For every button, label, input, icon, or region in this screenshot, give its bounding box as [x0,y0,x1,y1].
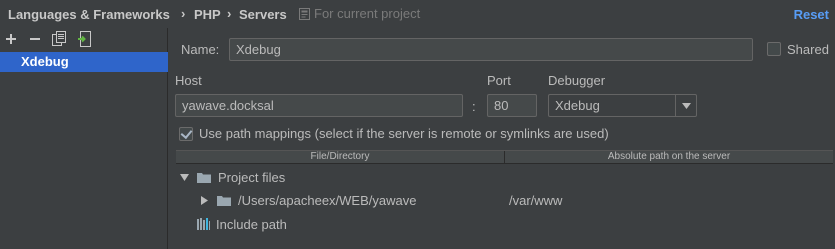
server-item-xdebug[interactable]: Xdebug [0,52,168,72]
breadcrumb-php[interactable]: PHP [194,7,221,22]
breadcrumb-servers: Servers [239,7,287,22]
expand-arrow-right-icon[interactable] [199,195,209,205]
tree-row-mapping[interactable]: /Users/apacheex/WEB/yawave [199,190,416,210]
project-files-label: Project files [218,169,286,185]
local-path: /Users/apacheex/WEB/yawave [238,192,417,208]
servers-panel: Xdebug [0,28,168,249]
port-field[interactable] [487,94,537,117]
expand-arrow-down-icon[interactable] [179,172,189,182]
tree-row-include-path[interactable]: Include path [197,214,287,234]
tree-row-project-files[interactable]: Project files [179,167,285,187]
breadcrumb-separator: › [181,6,186,21]
import-icon[interactable] [75,30,93,48]
name-field[interactable] [229,38,753,61]
remote-path[interactable]: /var/www [509,193,562,208]
debugger-select-value: Xdebug [555,98,600,113]
mappings-table-header: File/Directory Absolute path on the serv… [176,150,833,164]
column-file-directory[interactable]: File/Directory [176,151,505,163]
add-icon[interactable] [2,30,20,48]
settings-header: Languages & Frameworks › PHP › Servers F… [0,0,835,28]
breadcrumb-languages-frameworks[interactable]: Languages & Frameworks [8,7,170,22]
host-field[interactable] [175,94,463,117]
host-label: Host [175,73,202,88]
chevron-down-icon[interactable] [675,95,696,116]
shared-checkbox[interactable] [767,42,781,56]
debugger-select[interactable]: Xdebug [548,94,697,117]
reset-link[interactable]: Reset [794,7,829,22]
port-label: Port [487,73,511,88]
folder-icon [197,172,211,183]
project-scope-label: For current project [314,6,421,21]
path-mappings-label: Use path mappings (select if the server … [199,126,609,141]
breadcrumb-separator: › [227,6,232,21]
servers-list: Xdebug [0,52,168,72]
project-scope-indicator: For current project [299,6,420,21]
debugger-label: Debugger [548,73,606,88]
library-icon [197,218,210,230]
project-scope-icon [299,7,310,20]
servers-toolbar [0,28,168,50]
shared-label: Shared [787,42,829,57]
folder-icon [217,195,231,206]
remove-icon[interactable] [26,30,44,48]
column-absolute-path[interactable]: Absolute path on the server [505,151,833,163]
host-port-separator: : [472,99,476,114]
path-mappings-checkbox[interactable] [179,127,193,141]
name-label: Name: [181,42,220,57]
include-path-label: Include path [216,216,287,232]
copy-icon[interactable] [50,30,68,48]
